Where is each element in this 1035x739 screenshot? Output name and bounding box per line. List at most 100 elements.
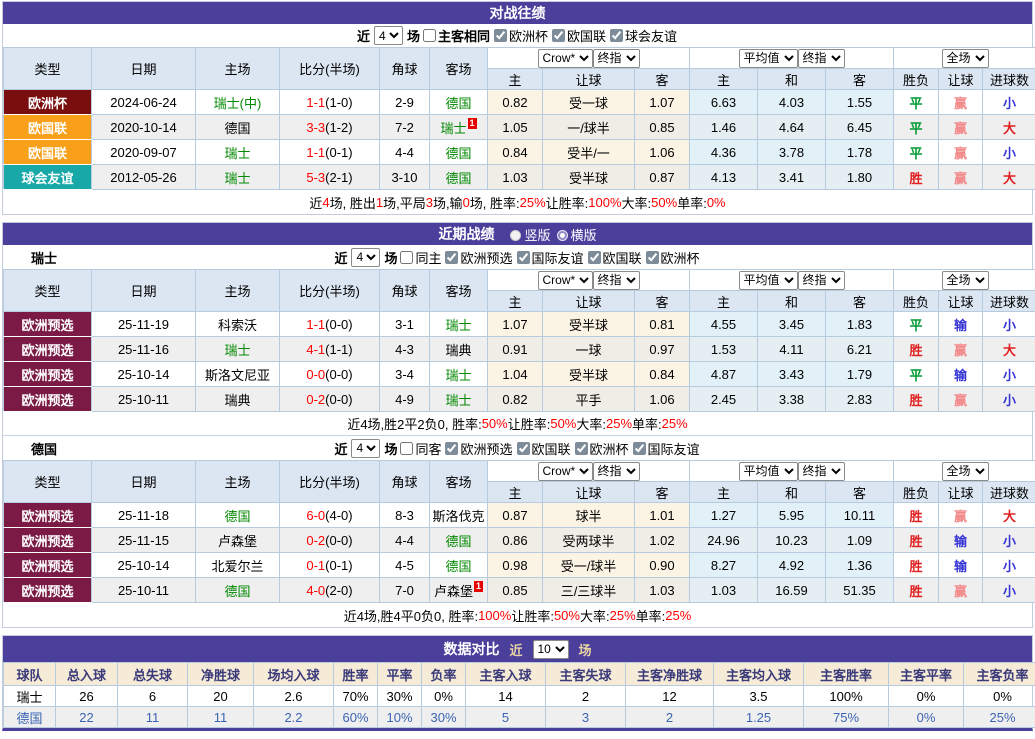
result-outcome: 胜	[894, 165, 939, 190]
league-checkbox-label[interactable]: 球会友谊	[607, 26, 677, 45]
league-checkbox[interactable]	[517, 251, 530, 264]
avg-controls-cell: 平均值终指	[690, 48, 894, 69]
fulltime-score: 0-1	[306, 558, 325, 573]
layout-radio-option[interactable]: 横版	[557, 227, 597, 243]
league-checkbox-label[interactable]: 欧洲杯	[572, 439, 629, 458]
away-team-name: 德国	[445, 559, 471, 574]
result-handicap: 赢	[939, 337, 983, 362]
near-label: 近	[334, 248, 347, 267]
fulltime-score: 4-1	[306, 342, 325, 357]
match-row: 欧洲预选25-11-19科索沃1-1(0-0)3-1瑞士1.07受半球0.814…	[4, 312, 1035, 337]
avg-final-select[interactable]: 终指	[798, 462, 845, 481]
toggle-checkbox-label[interactable]: 同主	[397, 248, 441, 267]
match-type-badge: 欧洲杯	[4, 90, 92, 115]
odds-handicap: 受半球	[543, 362, 635, 387]
result-text: 赢	[954, 121, 967, 136]
layout-radio-option[interactable]: 竖版	[510, 227, 550, 243]
toggle-checkbox[interactable]	[423, 29, 436, 42]
result-text: 平	[910, 318, 923, 333]
toggle-checkbox[interactable]	[400, 251, 413, 264]
halftime-score: (0-0)	[325, 392, 352, 407]
toggle-checkbox-label[interactable]: 同客	[397, 439, 441, 458]
radio-label-text: 横版	[571, 228, 597, 243]
avg-controls-cell: 平均值终指	[690, 461, 894, 482]
odds-source-select[interactable]: Crow*	[538, 462, 593, 481]
league-checkbox-label[interactable]: 国际友谊	[630, 439, 700, 458]
radio-icon[interactable]	[510, 230, 521, 241]
avg-source-select[interactable]: 平均值	[739, 271, 798, 290]
result-text: 输	[954, 318, 967, 333]
league-checkbox[interactable]	[633, 442, 646, 455]
league-checkbox[interactable]	[445, 251, 458, 264]
home-team: 德国	[196, 115, 280, 140]
radio-icon[interactable]	[557, 230, 568, 241]
result-outcome: 胜	[894, 387, 939, 412]
avg-source-select[interactable]: 平均值	[739, 49, 798, 68]
compare-near-label: 近	[509, 640, 522, 659]
recent-count-select[interactable]: 4	[374, 26, 403, 45]
result-text: 大	[1003, 343, 1016, 358]
odds-final-select[interactable]: 终指	[593, 462, 640, 481]
scope-select[interactable]: 全场	[942, 271, 989, 290]
league-checkbox[interactable]	[445, 442, 458, 455]
odds-home: 0.87	[488, 503, 543, 528]
scope-select[interactable]: 全场	[942, 49, 989, 68]
match-row: 欧洲预选25-10-11瑞典0-2(0-0)4-9瑞士0.82平手1.062.4…	[4, 387, 1035, 412]
league-checkbox-label[interactable]: 欧洲预选	[442, 439, 512, 458]
result-text: 赢	[954, 584, 967, 599]
toggle-checkbox[interactable]	[400, 442, 413, 455]
col-header: 客场	[430, 461, 488, 503]
team-name: 瑞士	[4, 686, 56, 707]
match-row: 欧国联2020-10-14德国3-3(1-2)7-2瑞士11.05一/球半0.8…	[4, 115, 1035, 140]
sub-col-header: 客	[826, 482, 894, 503]
result-text: 输	[954, 559, 967, 574]
avg-source-select[interactable]: 平均值	[739, 462, 798, 481]
h2h-filter: 近4场主客相同欧洲杯欧国联球会友谊	[3, 24, 1032, 47]
recent-count-select[interactable]: 4	[351, 248, 380, 267]
result-text: 大	[1003, 509, 1016, 524]
league-checkbox-label[interactable]: 欧国联	[585, 248, 642, 267]
halftime-score: (0-0)	[325, 317, 352, 332]
sub-col-header: 主	[488, 69, 543, 90]
league-checkbox[interactable]	[646, 251, 659, 264]
league-checkbox[interactable]	[575, 442, 588, 455]
odds-source-select[interactable]: Crow*	[538, 49, 593, 68]
stat-value: 11	[118, 707, 188, 728]
league-checkbox-label[interactable]: 欧国联	[514, 439, 571, 458]
away-team: 瑞士1	[430, 115, 488, 140]
odds-final-select[interactable]: 终指	[593, 271, 640, 290]
scope-select[interactable]: 全场	[942, 462, 989, 481]
home-team: 斯洛文尼亚	[196, 362, 280, 387]
avg-final-select[interactable]: 终指	[798, 49, 845, 68]
stat-value: 12	[626, 686, 714, 707]
league-checkbox[interactable]	[552, 29, 565, 42]
home-team: 北爱尔兰	[196, 553, 280, 578]
home-team-name: 斯洛文尼亚	[205, 368, 270, 383]
league-checkbox[interactable]	[610, 29, 623, 42]
league-checkbox[interactable]	[588, 251, 601, 264]
toggle-checkbox-label[interactable]: 主客相同	[420, 26, 490, 45]
match-date: 25-10-14	[92, 362, 196, 387]
corner-score: 4-4	[380, 528, 430, 553]
stat-value: 10%	[378, 707, 422, 728]
league-checkbox-label[interactable]: 欧国联	[549, 26, 606, 45]
summary-text: 4	[322, 195, 329, 210]
odds-handicap: 受半球	[543, 165, 635, 190]
odds-source-select[interactable]: Crow*	[538, 271, 593, 290]
stat-value: 0%	[964, 686, 1035, 707]
league-checkbox-label[interactable]: 欧洲杯	[643, 248, 700, 267]
league-checkbox-label[interactable]: 国际友谊	[514, 248, 584, 267]
corner-score: 3-10	[380, 165, 430, 190]
league-checkbox-label[interactable]: 欧洲杯	[491, 26, 548, 45]
compare-count-select[interactable]: 10	[533, 640, 569, 659]
league-checkbox[interactable]	[494, 29, 507, 42]
league-checkbox-label[interactable]: 欧洲预选	[442, 248, 512, 267]
corner-score: 7-0	[380, 578, 430, 603]
match-row: 欧洲预选25-10-11德国4-0(2-0)7-0卢森堡10.85三/三球半1.…	[4, 578, 1035, 603]
league-checkbox[interactable]	[517, 442, 530, 455]
away-team-name: 斯洛伐克	[432, 509, 484, 524]
odds-final-select[interactable]: 终指	[593, 49, 640, 68]
avg-final-select[interactable]: 终指	[798, 271, 845, 290]
result-handicap: 输	[939, 528, 983, 553]
recent-count-select[interactable]: 4	[351, 439, 380, 458]
